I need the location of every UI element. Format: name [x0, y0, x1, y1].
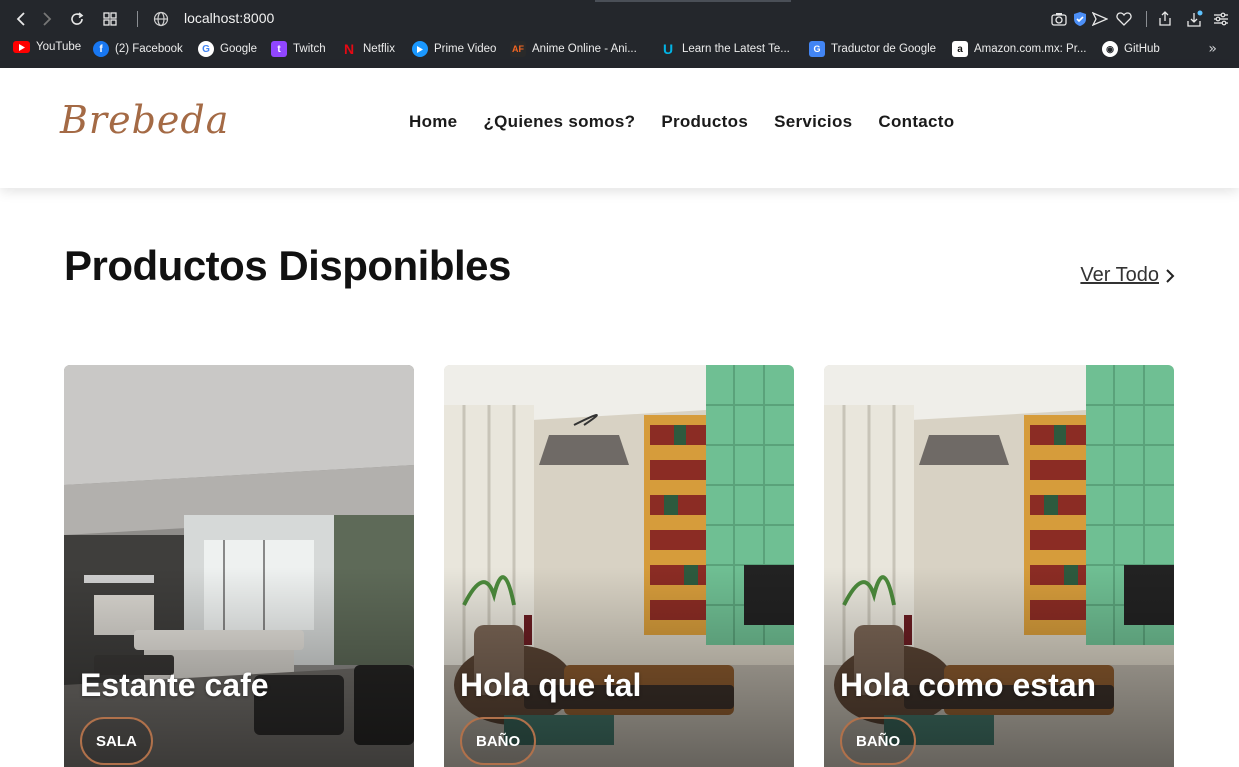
bookmark-label: (2) Facebook — [115, 43, 183, 55]
bookmark-amazon[interactable]: a Amazon.com.mx: Pr... — [952, 41, 1086, 57]
reload-icon[interactable] — [67, 9, 87, 29]
prime-video-icon — [412, 41, 428, 57]
site-logo[interactable]: Brebeda — [60, 98, 229, 142]
github-icon: ◉ — [1102, 41, 1118, 57]
product-card[interactable]: Estante cafe SALA — [64, 365, 414, 767]
camera-icon[interactable] — [1049, 9, 1069, 29]
product-card[interactable]: Hola como estan BAÑO — [824, 365, 1174, 767]
bookmark-anime-online[interactable]: AF Anime Online - Ani... — [510, 41, 637, 57]
nav-contacto[interactable]: Contacto — [878, 112, 954, 132]
nav-home[interactable]: Home — [409, 112, 457, 132]
bookmark-label: Google — [220, 43, 258, 55]
toolbar-divider — [137, 11, 138, 27]
nav-quienes-somos[interactable]: ¿Quienes somos? — [483, 112, 635, 132]
google-icon: G — [198, 41, 214, 57]
google-translate-icon: G — [809, 41, 825, 57]
bookmarks-bar: YouTube f (2) Facebook G Google t Twitch… — [0, 38, 1239, 62]
share-icon[interactable] — [1155, 9, 1175, 29]
udacity-icon: U — [662, 41, 674, 57]
bookmark-label: Learn the Latest Te... — [682, 43, 790, 55]
chevron-double-right-icon[interactable]: » — [1208, 41, 1217, 57]
address-bar-url[interactable]: localhost:8000 — [184, 10, 274, 26]
netflix-icon: N — [343, 41, 355, 57]
bookmark-google-translate[interactable]: G Traductor de Google — [809, 41, 936, 57]
bookmark-youtube[interactable]: YouTube — [13, 41, 81, 53]
address-bar-row: localhost:8000 — [0, 0, 1239, 38]
youtube-icon — [13, 41, 30, 53]
animeflv-icon: AF — [510, 41, 526, 57]
settings-sliders-icon[interactable] — [1211, 9, 1231, 29]
bookmark-twitch[interactable]: t Twitch — [271, 41, 326, 57]
twitch-icon: t — [271, 41, 287, 57]
bookmark-github[interactable]: ◉ GitHub — [1102, 41, 1160, 57]
back-icon[interactable] — [11, 9, 31, 29]
bookmark-prime-video[interactable]: Prime Video — [412, 41, 496, 57]
bookmark-label: Traductor de Google — [831, 43, 937, 55]
globe-icon — [151, 9, 171, 29]
amazon-icon: a — [952, 41, 968, 57]
section-title: Productos Disponibles — [64, 242, 511, 289]
category-badge[interactable]: BAÑO — [460, 717, 537, 765]
bookmark-label: Twitch — [293, 43, 326, 55]
nav-servicios[interactable]: Servicios — [774, 112, 852, 132]
bookmark-udacity[interactable]: U Learn the Latest Te... — [660, 41, 790, 57]
product-name: Hola como estan — [840, 667, 1097, 703]
product-name: Hola que tal — [460, 667, 642, 703]
bookmark-label: Netflix — [363, 43, 395, 55]
nav-productos[interactable]: Productos — [661, 112, 748, 132]
view-all-label: Ver Todo — [1080, 264, 1159, 286]
send-icon[interactable] — [1090, 9, 1110, 29]
toolbar-divider — [1146, 11, 1147, 27]
category-badge[interactable]: SALA — [80, 717, 153, 765]
bookmark-label: YouTube — [36, 41, 82, 53]
product-name: Estante cafe — [80, 667, 269, 703]
browser-chrome: localhost:8000 YouTube f (2) Facebook G … — [0, 0, 1239, 68]
bookmark-facebook[interactable]: f (2) Facebook — [93, 41, 183, 57]
shield-icon[interactable] — [1070, 9, 1090, 29]
tab-grid-icon[interactable] — [100, 9, 120, 29]
chevron-right-icon — [1166, 268, 1175, 283]
site-header: Brebeda Home ¿Quienes somos? Productos S… — [0, 68, 1239, 188]
bookmark-label: Amazon.com.mx: Pr... — [974, 43, 1087, 55]
view-all-link[interactable]: Ver Todo — [1080, 264, 1175, 287]
facebook-icon: f — [93, 41, 109, 57]
bookmark-google[interactable]: G Google — [198, 41, 257, 57]
download-icon[interactable] — [1184, 9, 1204, 29]
bookmark-label: Anime Online - Ani... — [532, 43, 637, 55]
bookmark-label: Prime Video — [434, 43, 497, 55]
forward-icon[interactable] — [37, 9, 57, 29]
category-badge[interactable]: BAÑO — [840, 717, 917, 765]
bookmark-netflix[interactable]: N Netflix — [341, 41, 395, 57]
heart-icon[interactable] — [1114, 9, 1134, 29]
main-nav: Home ¿Quienes somos? Productos Servicios… — [409, 112, 954, 132]
bookmark-label: GitHub — [1124, 43, 1160, 55]
product-card[interactable]: Hola que tal BAÑO — [444, 365, 794, 767]
